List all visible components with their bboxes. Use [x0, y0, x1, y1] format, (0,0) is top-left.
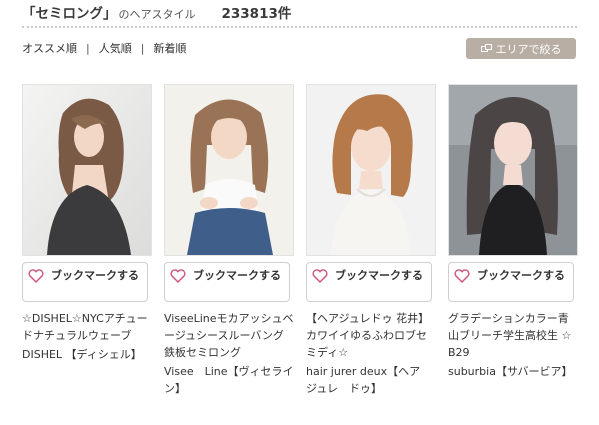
sort-separator: |	[86, 41, 90, 55]
hairstyle-photo[interactable]	[306, 84, 436, 256]
bookmark-button[interactable]: ブックマークする	[164, 262, 290, 302]
heart-icon	[449, 267, 475, 283]
bookmark-label: ブックマークする	[335, 269, 423, 282]
heart-icon	[23, 267, 49, 283]
hairstyle-title-link[interactable]: ViseeLineモカアッシュベージュシースルーバング鉄板セミロング	[164, 310, 294, 361]
salon-name-link[interactable]: hair jurer deux【ヘア ジュレ ドゥ】	[306, 363, 436, 397]
bookmark-button[interactable]: ブックマークする	[306, 262, 432, 302]
bookmark-label: ブックマークする	[51, 269, 139, 282]
bookmark-label: ブックマークする	[477, 269, 565, 282]
hairstyle-photo[interactable]	[448, 84, 578, 256]
page-title-suffix: のヘアスタイル	[118, 8, 196, 21]
area-filter-button[interactable]: エリアで絞る	[466, 38, 576, 59]
area-filter-label: エリアで絞る	[495, 42, 562, 56]
sort-popular[interactable]: 人気順	[99, 40, 132, 56]
page-title-bar: 「セミロング」 のヘアスタイル 233813件	[22, 2, 577, 28]
bookmark-button[interactable]: ブックマークする	[22, 262, 148, 302]
result-count: 233813件	[221, 6, 292, 22]
heart-icon	[165, 267, 191, 283]
sort-options: オススメ順 | 人気順 | 新着順	[22, 40, 186, 56]
sort-newest[interactable]: 新着順	[153, 40, 186, 56]
hairstyle-title-link[interactable]: 【ヘアジュレドゥ 花井】 カワイイゆるふわロブセミディ☆	[306, 310, 436, 361]
bookmark-button[interactable]: ブックマークする	[448, 262, 574, 302]
bookmark-label: ブックマークする	[193, 269, 281, 282]
hairstyle-title-link[interactable]: ☆DISHEL☆NYCアチュードナチュラルウェーブ	[22, 310, 152, 344]
filter-icon	[480, 44, 492, 52]
page-title: 「セミロング」	[22, 6, 117, 22]
salon-name-link[interactable]: DISHEL 【ディシェル】	[22, 346, 152, 363]
hairstyle-card: ブックマークする ViseeLineモカアッシュベージュシースルーバング鉄板セミ…	[164, 84, 294, 397]
hairstyle-photo[interactable]	[164, 84, 294, 256]
sort-recommended[interactable]: オススメ順	[22, 40, 77, 56]
hairstyle-card: ブックマークする グラデーションカラー青山ブリーチ学生高校生 ☆B29 subu…	[448, 84, 578, 380]
heart-icon	[307, 267, 333, 283]
hairstyle-card: ブックマークする ☆DISHEL☆NYCアチュードナチュラルウェーブ DISHE…	[22, 84, 152, 363]
hairstyle-card: ブックマークする 【ヘアジュレドゥ 花井】 カワイイゆるふわロブセミディ☆ ha…	[306, 84, 436, 397]
sort-separator: |	[140, 41, 145, 55]
salon-name-link[interactable]: suburbia【サバービア】	[448, 363, 578, 380]
salon-name-link[interactable]: Visee Line【ヴィセライン】	[164, 363, 294, 397]
hairstyle-title-link[interactable]: グラデーションカラー青山ブリーチ学生高校生 ☆B29	[448, 310, 578, 361]
hairstyle-photo[interactable]	[22, 84, 152, 256]
